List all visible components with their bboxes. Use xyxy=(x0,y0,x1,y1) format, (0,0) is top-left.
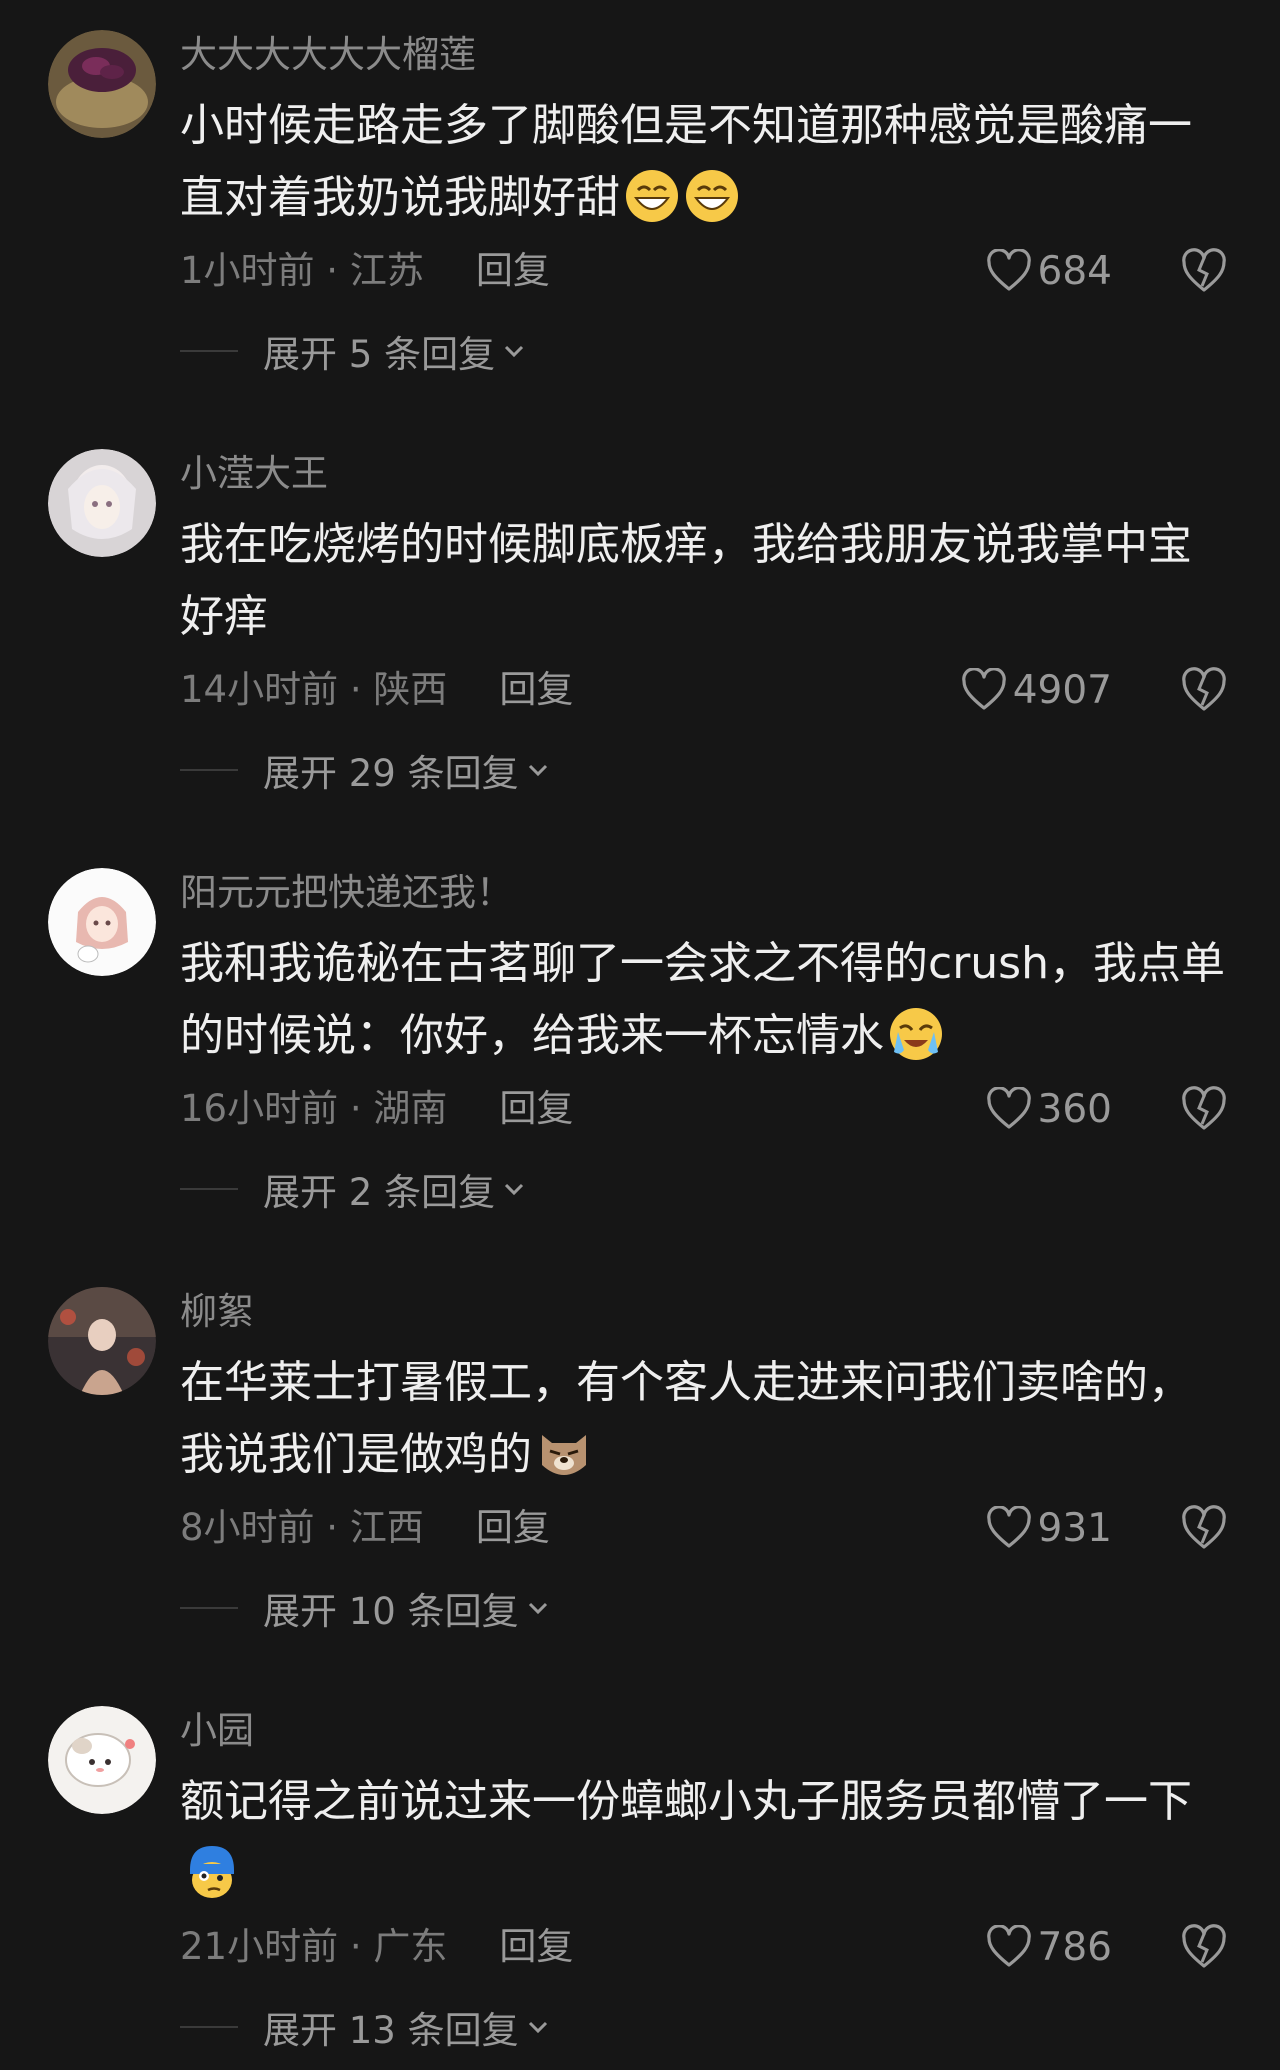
divider-line xyxy=(180,769,238,771)
heart-outline-icon xyxy=(986,1087,1031,1129)
expand-replies-label: 展开 2 条回复 xyxy=(263,1171,496,1214)
comment-username[interactable]: 小滢大王 xyxy=(180,449,328,499)
comment-item: 小园 额记得之前说过来一份蟑螂小丸子服务员都懵了一下 21小时前 · 广东 回复… xyxy=(0,1676,1280,2070)
avatar[interactable] xyxy=(48,30,156,138)
like-count: 684 xyxy=(1037,248,1112,294)
dislike-button[interactable] xyxy=(1180,1924,1228,1970)
comment-meta: 8小时前 · 江西 回复 xyxy=(180,1503,550,1553)
like-button[interactable]: 786 xyxy=(986,1922,1112,1972)
reply-button[interactable]: 回复 xyxy=(476,246,550,296)
broken-heart-icon xyxy=(1182,1505,1226,1549)
comment-meta: 16小时前 · 湖南 回复 xyxy=(180,1084,573,1134)
heart-outline-icon xyxy=(986,249,1031,291)
chevron-down-icon xyxy=(528,1602,547,1615)
comment-text-body: 我在吃烧烤的时候脚底板痒，我给我朋友说我掌中宝好痒 xyxy=(180,519,1192,642)
grin-emoji xyxy=(624,168,680,224)
like-count: 360 xyxy=(1037,1086,1112,1132)
expand-replies[interactable]: 展开 5 条回复 xyxy=(180,326,527,376)
comment-meta: 21小时前 · 广东 回复 xyxy=(180,1922,573,1972)
dislike-button[interactable] xyxy=(1180,667,1228,713)
comment-text: 我和我诡秘在古茗聊了一会求之不得的crush，我点单的时候说：你好，给我来一杯忘… xyxy=(180,928,1230,1072)
comment-time-location: 1小时前 · 江苏 xyxy=(180,249,424,292)
chevron-down-icon xyxy=(505,1183,524,1196)
comment-item: 阳元元把快递还我！ 我和我诡秘在古茗聊了一会求之不得的crush，我点单的时候说… xyxy=(0,838,1280,1257)
comment-item: 柳絮 在华莱士打暑假工，有个客人走进来问我们卖啥的，我说我们是做鸡的 8小时前 … xyxy=(0,1257,1280,1676)
avatar[interactable] xyxy=(48,1287,156,1395)
comment-time-location: 16小时前 · 湖南 xyxy=(180,1087,448,1130)
comment-meta: 1小时前 · 江苏 回复 xyxy=(180,246,550,296)
comment-username[interactable]: 柳絮 xyxy=(180,1287,254,1337)
like-button[interactable]: 931 xyxy=(986,1503,1112,1553)
like-button[interactable]: 360 xyxy=(986,1084,1112,1134)
expand-replies-label: 展开 10 条回复 xyxy=(263,1590,519,1633)
avatar[interactable] xyxy=(48,868,156,976)
avatar[interactable] xyxy=(48,449,156,557)
broken-heart-icon xyxy=(1182,248,1226,292)
broken-heart-icon xyxy=(1182,1086,1226,1130)
comment-username[interactable]: 大大大大大大榴莲 xyxy=(180,30,476,80)
dislike-button[interactable] xyxy=(1180,248,1228,294)
avatar[interactable] xyxy=(48,1706,156,1814)
comment-list: 大大大大大大榴莲 小时候走路走多了脚酸但是不知道那种感觉是酸痛一直对着我奶说我脚… xyxy=(0,0,1280,2070)
comment-text: 小时候走路走多了脚酸但是不知道那种感觉是酸痛一直对着我奶说我脚好甜 xyxy=(180,90,1230,234)
grin-emoji xyxy=(684,168,740,224)
comment-time-location: 21小时前 · 广东 xyxy=(180,1925,448,1968)
reply-button[interactable]: 回复 xyxy=(499,665,573,715)
comment-text-body: 额记得之前说过来一份蟑螂小丸子服务员都懵了一下 xyxy=(180,1776,1192,1827)
comment-meta: 14小时前 · 陕西 回复 xyxy=(180,665,573,715)
comment-text: 额记得之前说过来一份蟑螂小丸子服务员都懵了一下 xyxy=(180,1766,1230,1910)
expand-replies[interactable]: 展开 13 条回复 xyxy=(180,2002,551,2052)
heart-outline-icon xyxy=(961,668,1006,710)
like-button[interactable]: 4907 xyxy=(961,665,1112,715)
dislike-button[interactable] xyxy=(1180,1086,1228,1132)
comment-time-location: 14小时前 · 陕西 xyxy=(180,668,448,711)
divider-line xyxy=(180,350,238,352)
reply-button[interactable]: 回复 xyxy=(499,1922,573,1972)
comment-item: 大大大大大大榴莲 小时候走路走多了脚酸但是不知道那种感觉是酸痛一直对着我奶说我脚… xyxy=(0,0,1280,419)
expand-replies[interactable]: 展开 10 条回复 xyxy=(180,1583,551,1633)
broken-heart-icon xyxy=(1182,1924,1226,1968)
comment-username[interactable]: 阳元元把快递还我！ xyxy=(180,868,513,918)
heart-outline-icon xyxy=(986,1925,1031,1967)
broken-heart-icon xyxy=(1182,667,1226,711)
chevron-down-icon xyxy=(528,2021,547,2034)
reply-button[interactable]: 回复 xyxy=(499,1084,573,1134)
expand-replies-label: 展开 5 条回复 xyxy=(263,333,496,376)
like-count: 786 xyxy=(1037,1924,1112,1970)
comment-item: 小滢大王 我在吃烧烤的时候脚底板痒，我给我朋友说我掌中宝好痒 14小时前 · 陕… xyxy=(0,419,1280,838)
heart-outline-icon xyxy=(986,1506,1031,1548)
reply-button[interactable]: 回复 xyxy=(476,1503,550,1553)
dog-face-emoji xyxy=(536,1425,592,1481)
expand-replies-label: 展开 29 条回复 xyxy=(263,752,519,795)
expand-replies-label: 展开 13 条回复 xyxy=(263,2009,519,2052)
comment-username[interactable]: 小园 xyxy=(180,1706,254,1756)
divider-line xyxy=(180,1607,238,1609)
comment-text: 在华莱士打暑假工，有个客人走进来问我们卖啥的，我说我们是做鸡的 xyxy=(180,1347,1230,1491)
chevron-down-icon xyxy=(528,764,547,777)
dislike-button[interactable] xyxy=(1180,1505,1228,1551)
like-button[interactable]: 684 xyxy=(986,246,1112,296)
comment-text-body: 在华莱士打暑假工，有个客人走进来问我们卖啥的，我说我们是做鸡的 xyxy=(180,1357,1192,1480)
expand-replies[interactable]: 展开 2 条回复 xyxy=(180,1164,527,1214)
divider-line xyxy=(180,1188,238,1190)
like-count: 931 xyxy=(1037,1505,1112,1551)
comment-time-location: 8小时前 · 江西 xyxy=(180,1506,424,1549)
like-count: 4907 xyxy=(1012,667,1112,713)
comment-text: 我在吃烧烤的时候脚底板痒，我给我朋友说我掌中宝好痒 xyxy=(180,509,1230,653)
comment-text-body: 我和我诡秘在古茗聊了一会求之不得的crush，我点单的时候说：你好，给我来一杯忘… xyxy=(180,938,1225,1061)
crying-emoji xyxy=(888,1006,944,1062)
divider-line xyxy=(180,2026,238,2028)
chevron-down-icon xyxy=(505,345,524,358)
confused-blue-emoji xyxy=(184,1844,240,1900)
expand-replies[interactable]: 展开 29 条回复 xyxy=(180,745,551,795)
